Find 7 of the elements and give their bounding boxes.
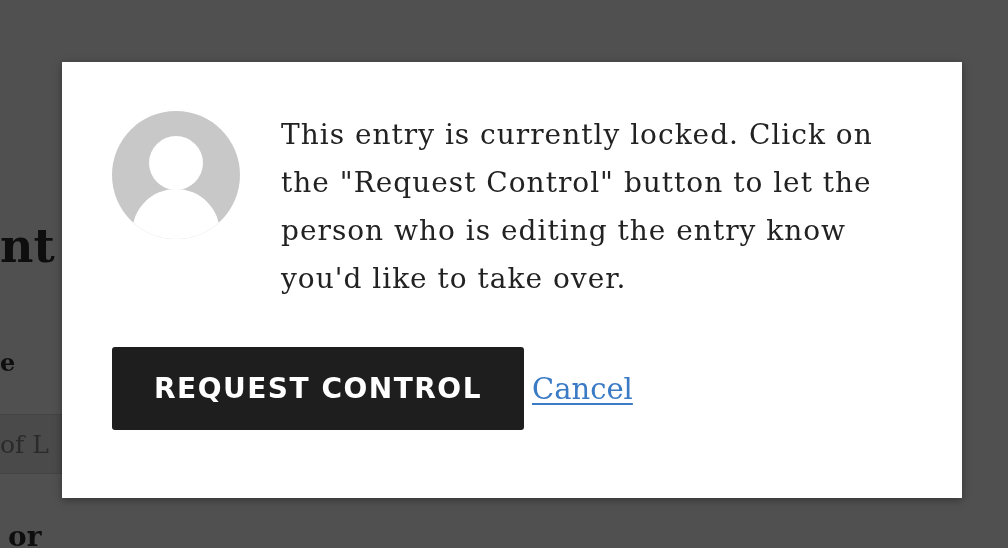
lock-message: This entry is currently locked. Click on the "Request Control" button to let the person who is editing the entry know you'd like to take over. xyxy=(281,117,874,297)
field-label: or xyxy=(7,520,42,548)
field-label: e xyxy=(0,348,16,378)
page-heading: nt xyxy=(0,218,55,274)
avatar-icon xyxy=(112,111,240,239)
request-control-button[interactable]: REQUEST CONTROL xyxy=(112,347,524,430)
cancel-link[interactable]: Cancel xyxy=(532,371,633,406)
